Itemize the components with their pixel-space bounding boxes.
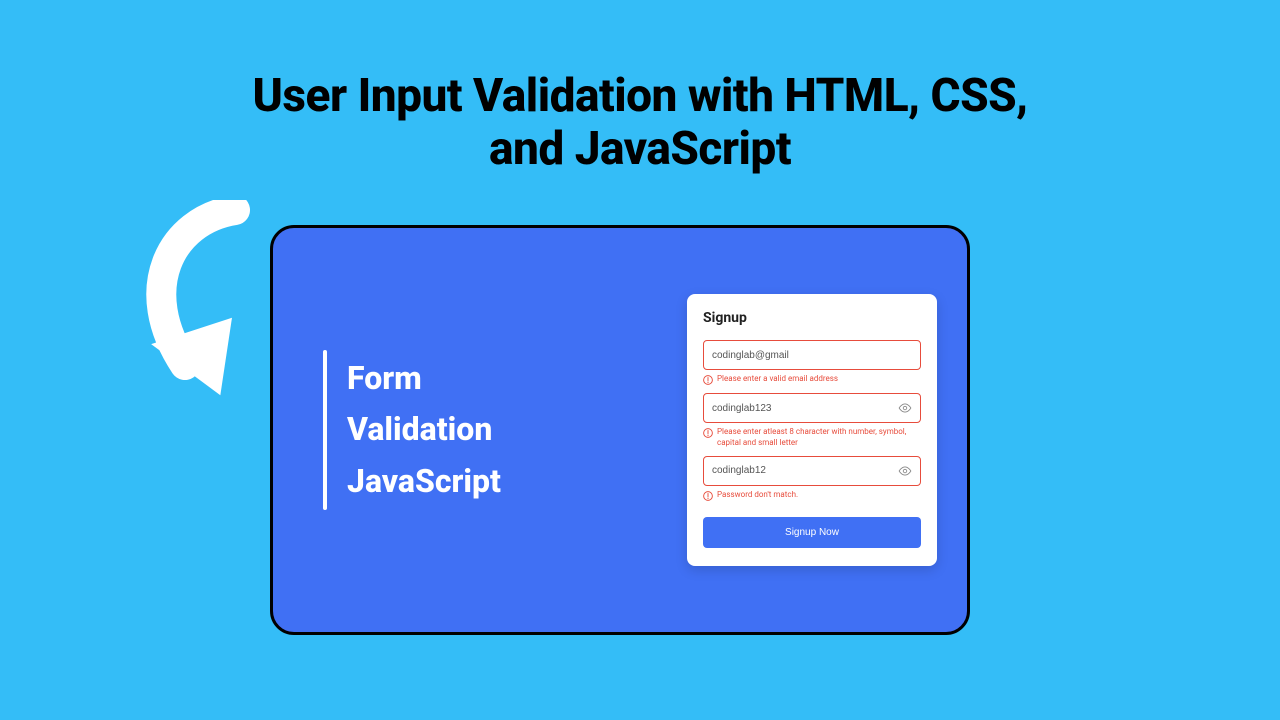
email-input-wrap — [703, 340, 921, 370]
confirm-field-group: Password don't match. — [703, 456, 921, 501]
confirm-error-text: Password don't match. — [717, 490, 798, 500]
card-title-line: JavaScript — [347, 456, 501, 507]
password-field-group: Please enter atleast 8 character with nu… — [703, 393, 921, 448]
email-input[interactable] — [712, 350, 912, 361]
signup-button[interactable]: Signup Now — [703, 517, 921, 548]
password-error-text: Please enter atleast 8 character with nu… — [717, 427, 921, 448]
signup-form: Signup Please enter a valid email addres… — [687, 294, 937, 566]
error-icon — [703, 375, 713, 385]
page-headline: User Input Validation with HTML, CSS, an… — [215, 70, 1065, 176]
confirm-input[interactable] — [712, 465, 894, 476]
eye-icon[interactable] — [898, 464, 912, 478]
card-title-line: Validation — [347, 404, 501, 455]
error-icon — [703, 491, 713, 501]
vertical-divider — [323, 350, 327, 510]
error-icon — [703, 428, 713, 438]
card-left-panel: Form Validation JavaScript — [323, 350, 687, 510]
demo-card: Form Validation JavaScript Signup Please… — [270, 225, 970, 635]
password-error-row: Please enter atleast 8 character with nu… — [703, 427, 921, 448]
password-input-wrap — [703, 393, 921, 423]
email-error-row: Please enter a valid email address — [703, 374, 921, 385]
confirm-input-wrap — [703, 456, 921, 486]
password-input[interactable] — [712, 403, 894, 414]
card-title-block: Form Validation JavaScript — [347, 353, 501, 507]
eye-icon[interactable] — [898, 401, 912, 415]
confirm-error-row: Password don't match. — [703, 490, 921, 501]
form-title: Signup — [703, 310, 921, 326]
email-error-text: Please enter a valid email address — [717, 374, 838, 384]
card-title-line: Form — [347, 353, 501, 404]
email-field-group: Please enter a valid email address — [703, 340, 921, 385]
